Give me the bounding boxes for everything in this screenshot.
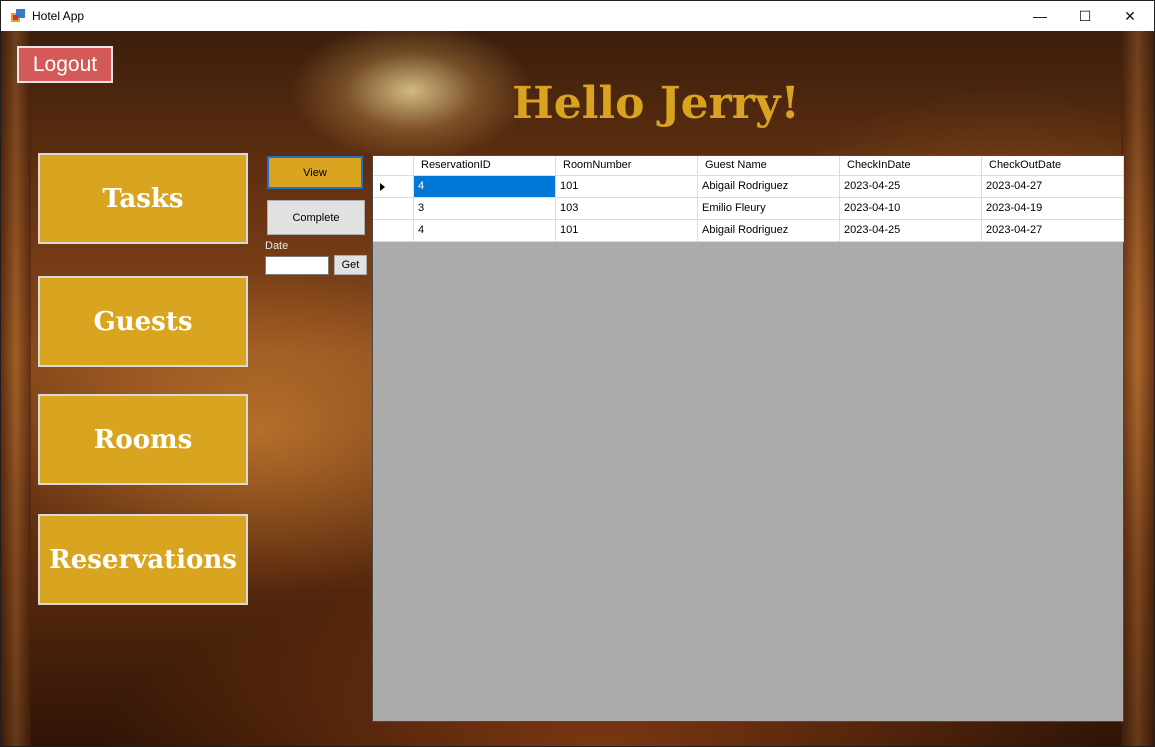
table-cell[interactable]: 103 (556, 198, 698, 220)
table-cell[interactable]: 2023-04-25 (840, 176, 982, 198)
row-header[interactable] (373, 220, 414, 242)
complete-button[interactable]: Complete (267, 200, 365, 235)
table-cell[interactable]: 4 (414, 220, 556, 242)
table-row[interactable]: 3 103 Emilio Fleury 2023-04-10 2023-04-1… (373, 198, 1124, 220)
nav-tasks-button[interactable]: Tasks (38, 153, 248, 244)
date-input[interactable] (265, 256, 329, 275)
view-button[interactable]: View (267, 156, 363, 189)
minimize-button[interactable]: — (1017, 1, 1063, 31)
table-cell[interactable]: 2023-04-25 (840, 220, 982, 242)
row-header[interactable] (373, 198, 414, 220)
minimize-icon: — (1033, 8, 1047, 24)
column-header[interactable]: CheckInDate (840, 156, 982, 176)
table-cell[interactable]: 2023-04-10 (840, 198, 982, 220)
background-pillar (1, 31, 31, 746)
row-header[interactable] (373, 176, 414, 198)
maximize-icon: ☐ (1078, 7, 1092, 24)
column-header[interactable]: RoomNumber (556, 156, 698, 176)
table-cell[interactable]: 101 (556, 176, 698, 198)
window-title: Hotel App (32, 9, 85, 23)
app-window: Hotel App — ☐ ✕ Logout Hello Jerry! Task… (0, 0, 1155, 747)
nav-guests-button[interactable]: Guests (38, 276, 248, 367)
table-cell[interactable]: 3 (414, 198, 556, 220)
title-bar: Hotel App — ☐ ✕ (1, 1, 1154, 31)
maximize-button[interactable]: ☐ (1062, 1, 1108, 31)
column-header[interactable]: CheckOutDate (982, 156, 1124, 176)
close-icon: ✕ (1124, 7, 1136, 24)
table-cell[interactable]: 4 (414, 176, 556, 198)
table-cell[interactable]: 2023-04-27 (982, 220, 1124, 242)
table-cell[interactable]: Emilio Fleury (698, 198, 840, 220)
table-cell[interactable]: Abigail Rodriguez (698, 220, 840, 242)
row-header-corner (373, 156, 414, 176)
grid-header-row: ReservationID RoomNumber Guest Name Chec… (373, 156, 1124, 178)
greeting-title: Hello Jerry! (512, 78, 800, 129)
date-label: Date (265, 240, 289, 252)
close-button[interactable]: ✕ (1107, 1, 1153, 31)
get-button[interactable]: Get (334, 255, 367, 275)
table-cell[interactable]: 2023-04-27 (982, 176, 1124, 198)
table-cell[interactable]: Abigail Rodriguez (698, 176, 840, 198)
nav-rooms-button[interactable]: Rooms (38, 394, 248, 485)
table-cell[interactable]: 101 (556, 220, 698, 242)
table-row[interactable]: 4 101 Abigail Rodriguez 2023-04-25 2023-… (373, 220, 1124, 242)
column-header[interactable]: Guest Name (698, 156, 840, 176)
table-row[interactable]: 4 101 Abigail Rodriguez 2023-04-25 2023-… (373, 176, 1124, 198)
column-header[interactable]: ReservationID (414, 156, 556, 176)
nav-reservations-button[interactable]: Reservations (38, 514, 248, 605)
logout-button[interactable]: Logout (17, 46, 113, 83)
reservations-grid[interactable]: ReservationID RoomNumber Guest Name Chec… (372, 155, 1124, 722)
table-cell[interactable]: 2023-04-19 (982, 198, 1124, 220)
app-icon (11, 9, 25, 22)
current-row-arrow-icon (380, 183, 385, 191)
background-pillar (1121, 31, 1154, 746)
main-panel: Logout Hello Jerry! Tasks Guests Rooms R… (1, 31, 1154, 746)
